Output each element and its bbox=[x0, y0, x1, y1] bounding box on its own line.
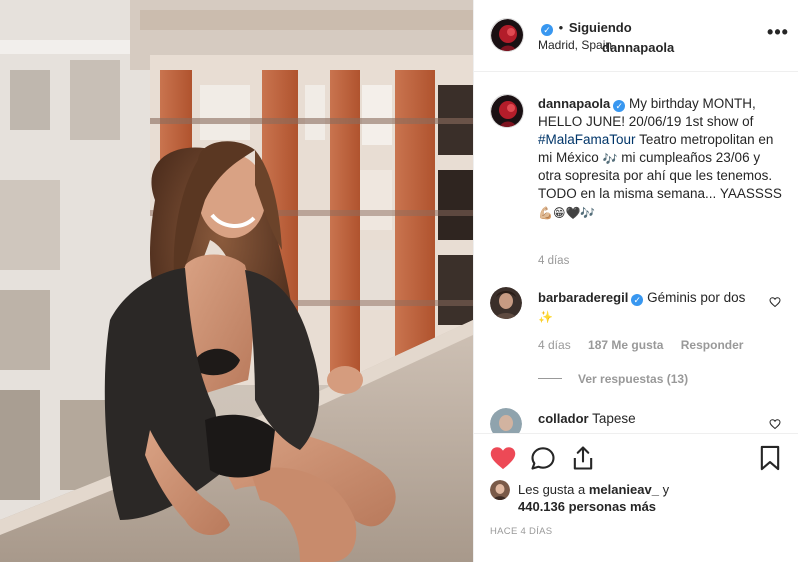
post-header: dannapaola ✓ • Siguiendo Madrid, Spain ••… bbox=[474, 0, 798, 72]
author-avatar[interactable] bbox=[490, 18, 524, 52]
likes-prefix: Les gusta a bbox=[518, 482, 586, 497]
verified-badge-icon: ✓ bbox=[631, 294, 644, 306]
post-caption: dannapaola ✓ My birthday MONTH, HELLO JUN… bbox=[538, 95, 783, 221]
post-timestamp[interactable]: HACE 4 DÍAS bbox=[490, 526, 552, 537]
post-photo-image bbox=[0, 0, 473, 562]
view-replies-label: Ver respuestas (13) bbox=[578, 372, 689, 386]
commenter-avatar[interactable] bbox=[490, 408, 522, 433]
follow-status-button[interactable]: Siguiendo bbox=[569, 20, 632, 35]
liker-avatar[interactable] bbox=[490, 480, 510, 500]
comment-likes-count[interactable]: 187 Me gusta bbox=[588, 338, 663, 352]
author-username[interactable]: dannapaola bbox=[602, 40, 674, 55]
commenter-avatar[interactable] bbox=[490, 287, 522, 319]
bookmark-icon[interactable] bbox=[756, 444, 784, 472]
comment-like-heart-icon[interactable] bbox=[769, 418, 781, 430]
commenter-username[interactable]: barbaraderegil bbox=[538, 290, 628, 305]
post-photo[interactable] bbox=[0, 0, 473, 562]
comment-item: collador Tapese bbox=[538, 410, 753, 428]
comment-text: Tapese bbox=[592, 411, 636, 426]
verified-badge-icon: ✓ bbox=[541, 24, 553, 36]
comments-section[interactable]: dannapaola ✓ My birthday MONTH, HELLO JUN… bbox=[474, 73, 798, 433]
caption-time: 4 días bbox=[538, 255, 570, 267]
comment-like-heart-icon[interactable] bbox=[769, 296, 781, 308]
replies-divider-line bbox=[538, 378, 562, 379]
view-replies-button[interactable]: Ver respuestas (13) bbox=[538, 372, 688, 386]
comment-time: 4 días bbox=[538, 338, 571, 352]
more-options-icon[interactable]: ••• bbox=[767, 23, 789, 42]
sparkles-emoji: ✨ bbox=[538, 310, 553, 324]
heart-filled-icon[interactable] bbox=[489, 444, 517, 472]
comment-icon[interactable] bbox=[529, 444, 557, 472]
likes-conjunction: y bbox=[662, 482, 670, 497]
music-notes-emoji: 🎶 bbox=[580, 206, 596, 220]
grinning-face-emoji: 😁 bbox=[552, 206, 566, 220]
post-sidebar: dannapaola ✓ • Siguiendo Madrid, Spain ••… bbox=[473, 0, 798, 562]
comment-meta: 4 días 187 Me gusta Responder bbox=[538, 338, 743, 352]
verified-badge-icon: ✓ bbox=[613, 100, 626, 112]
likes-text: Les gusta a melanieav_ y 440.136 persona… bbox=[518, 481, 778, 515]
share-icon[interactable] bbox=[569, 444, 597, 472]
comment-text: Géminis por dos bbox=[647, 290, 746, 305]
music-notes-emoji: 🎶 bbox=[602, 152, 618, 166]
instagram-post-modal: dannapaola ✓ • Siguiendo Madrid, Spain ••… bbox=[0, 0, 798, 562]
caption-username[interactable]: dannapaola bbox=[538, 96, 610, 111]
likes-count-link[interactable]: 440.136 personas más bbox=[518, 499, 656, 514]
caption-text-4: TODO en la misma semana... YAASSSS bbox=[538, 186, 782, 201]
author-line: dannapaola ✓ • Siguiendo bbox=[538, 20, 674, 55]
liker-username-link[interactable]: melanieav_ bbox=[589, 482, 659, 497]
post-location[interactable]: Madrid, Spain bbox=[538, 38, 612, 52]
post-actions: Les gusta a melanieav_ y 440.136 persona… bbox=[474, 433, 798, 562]
black-heart-emoji: 🖤 bbox=[565, 206, 581, 220]
separator-dot: • bbox=[558, 20, 564, 35]
comment-item: barbaraderegil ✓ Géminis por dos ✨ bbox=[538, 289, 753, 325]
caption-author-avatar[interactable] bbox=[490, 94, 524, 128]
reply-button[interactable]: Responder bbox=[681, 338, 744, 352]
caption-hashtag-link[interactable]: #MalaFamaTour bbox=[538, 132, 636, 147]
commenter-username[interactable]: collador bbox=[538, 411, 589, 426]
flexed-biceps-emoji: 💪🏼 bbox=[538, 206, 553, 220]
